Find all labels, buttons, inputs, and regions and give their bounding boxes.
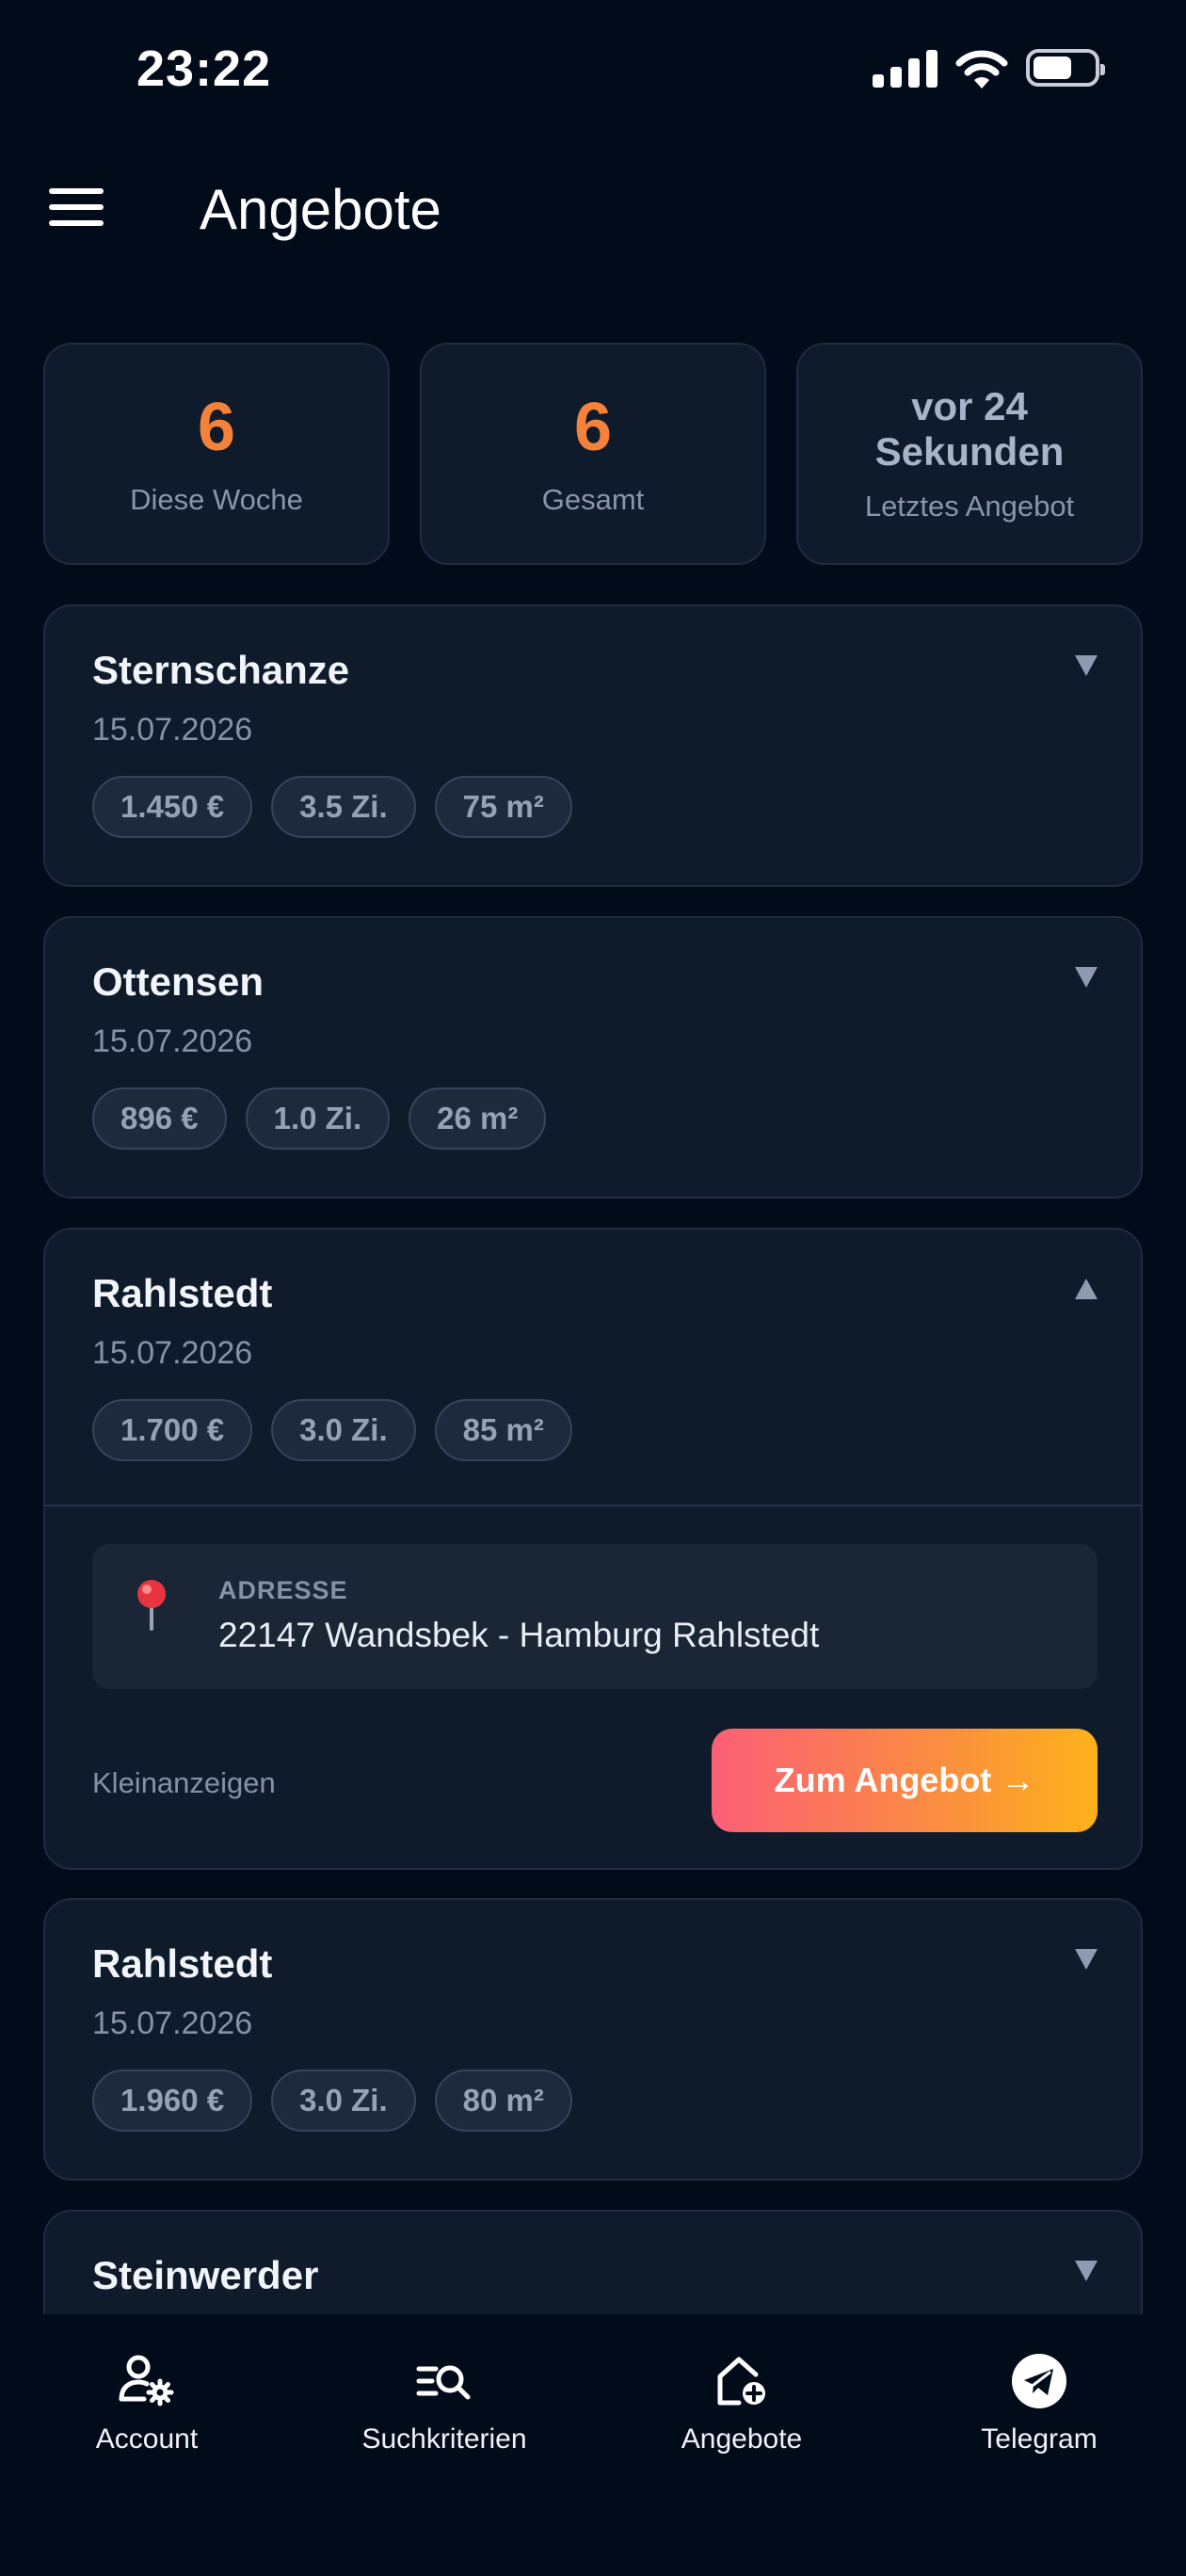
- address-box: ADRESSE 22147 Wandsbek - Hamburg Rahlste…: [92, 1544, 1098, 1689]
- stat-this-week: 6 Diese Woche: [43, 343, 390, 565]
- nav-label: Account: [95, 2423, 199, 2455]
- stat-label: Diese Woche: [130, 482, 303, 516]
- page-title: Angebote: [200, 178, 441, 241]
- chevron-down-icon[interactable]: [1075, 2261, 1098, 2281]
- status-time: 23:22: [136, 40, 272, 97]
- rooms-tag: 3.0 Zi.: [271, 2069, 416, 2132]
- listing-tags: 896 € 1.0 Zi. 26 m²: [92, 1087, 547, 1150]
- telegram-icon: [1012, 2354, 1066, 2408]
- listing-tags: 1.700 € 3.0 Zi. 85 m²: [92, 1399, 572, 1461]
- listing-date: 15.07.2026: [92, 712, 253, 748]
- listing-card[interactable]: Ottensen 15.07.2026 896 € 1.0 Zi. 26 m²: [43, 916, 1143, 1199]
- area-tag: 85 m²: [434, 1399, 572, 1461]
- price-tag: 1.450 €: [92, 776, 253, 838]
- listing-title: Rahlstedt: [92, 1271, 273, 1315]
- listing-date: 15.07.2026: [92, 2005, 253, 2041]
- stat-total: 6 Gesamt: [420, 343, 766, 565]
- stat-value: 6: [197, 390, 236, 466]
- area-tag: 26 m²: [409, 1087, 547, 1150]
- stats-row: 6 Diese Woche 6 Gesamt vor 24 Sekunden L…: [43, 343, 1143, 565]
- nav-telegram[interactable]: Telegram: [926, 2352, 1152, 2455]
- signal-icon: [873, 48, 938, 88]
- listing-title: Steinwerder: [92, 2253, 319, 2297]
- chevron-down-icon[interactable]: [1075, 655, 1098, 676]
- hamburger-menu-icon[interactable]: [49, 188, 104, 230]
- address-label: ADRESSE: [218, 1576, 348, 1604]
- price-tag: 1.700 €: [92, 1399, 253, 1461]
- nav-label: Angebote: [681, 2423, 803, 2455]
- listing-card[interactable]: Rahlstedt 15.07.2026 1.960 € 3.0 Zi. 80 …: [43, 1898, 1143, 2181]
- nav-label: Suchkriterien: [361, 2423, 527, 2455]
- nav-account[interactable]: Account: [34, 2352, 260, 2455]
- search-criteria-icon: [416, 2365, 471, 2400]
- open-offer-button[interactable]: Zum Angebot →: [712, 1729, 1098, 1832]
- stat-last-offer: vor 24 Sekunden Letztes Angebot: [796, 343, 1143, 565]
- rooms-tag: 3.5 Zi.: [271, 776, 416, 838]
- listing-date: 15.07.2026: [92, 1023, 253, 1059]
- rooms-tag: 1.0 Zi.: [245, 1087, 391, 1150]
- home-add-icon: [717, 2357, 765, 2406]
- listing-date: 15.07.2026: [92, 1335, 253, 1371]
- listing-title: Rahlstedt: [92, 1941, 273, 1986]
- area-tag: 80 m²: [434, 2069, 572, 2132]
- stat-value: vor 24 Sekunden: [874, 383, 1065, 474]
- listing-source: Kleinanzeigen: [92, 1766, 276, 1799]
- stat-value: 6: [573, 390, 613, 466]
- account-settings-icon: [119, 2355, 174, 2407]
- listing-tags: 1.960 € 3.0 Zi. 80 m²: [92, 2069, 572, 2132]
- battery-icon: [1026, 49, 1105, 87]
- stat-label: Gesamt: [541, 482, 645, 516]
- listing-card[interactable]: Sternschanze 15.07.2026 1.450 € 3.5 Zi. …: [43, 604, 1143, 887]
- chevron-up-icon[interactable]: [1075, 1279, 1098, 1299]
- price-tag: 896 €: [92, 1087, 227, 1150]
- nav-offers[interactable]: Angebote: [629, 2352, 855, 2455]
- chevron-down-icon[interactable]: [1075, 1949, 1098, 1970]
- stat-label: Letztes Angebot: [864, 490, 1075, 523]
- status-icons: [873, 47, 1105, 89]
- nav-search-criteria[interactable]: Suchkriterien: [331, 2352, 557, 2455]
- app-header: Angebote: [0, 160, 1186, 264]
- listing-title: Ottensen: [92, 959, 264, 1004]
- listing-card-expanded[interactable]: Rahlstedt 15.07.2026 1.700 € 3.0 Zi. 85 …: [43, 1228, 1143, 1870]
- bottom-navigation: Account Suchkriterien Angebote Telegram: [0, 2314, 1186, 2576]
- listing-title: Sternschanze: [92, 648, 350, 692]
- chevron-down-icon[interactable]: [1075, 967, 1098, 988]
- listing-tags: 1.450 € 3.5 Zi. 75 m²: [92, 776, 572, 838]
- address-value: 22147 Wandsbek - Hamburg Rahlstedt: [218, 1616, 820, 1654]
- wifi-icon: [955, 50, 1008, 89]
- status-bar: 23:22: [0, 0, 1186, 141]
- area-tag: 75 m²: [434, 776, 572, 838]
- divider: [45, 1505, 1141, 1506]
- nav-label: Telegram: [981, 2423, 1098, 2455]
- pushpin-icon: [137, 1580, 166, 1631]
- rooms-tag: 3.0 Zi.: [271, 1399, 416, 1461]
- price-tag: 1.960 €: [92, 2069, 253, 2132]
